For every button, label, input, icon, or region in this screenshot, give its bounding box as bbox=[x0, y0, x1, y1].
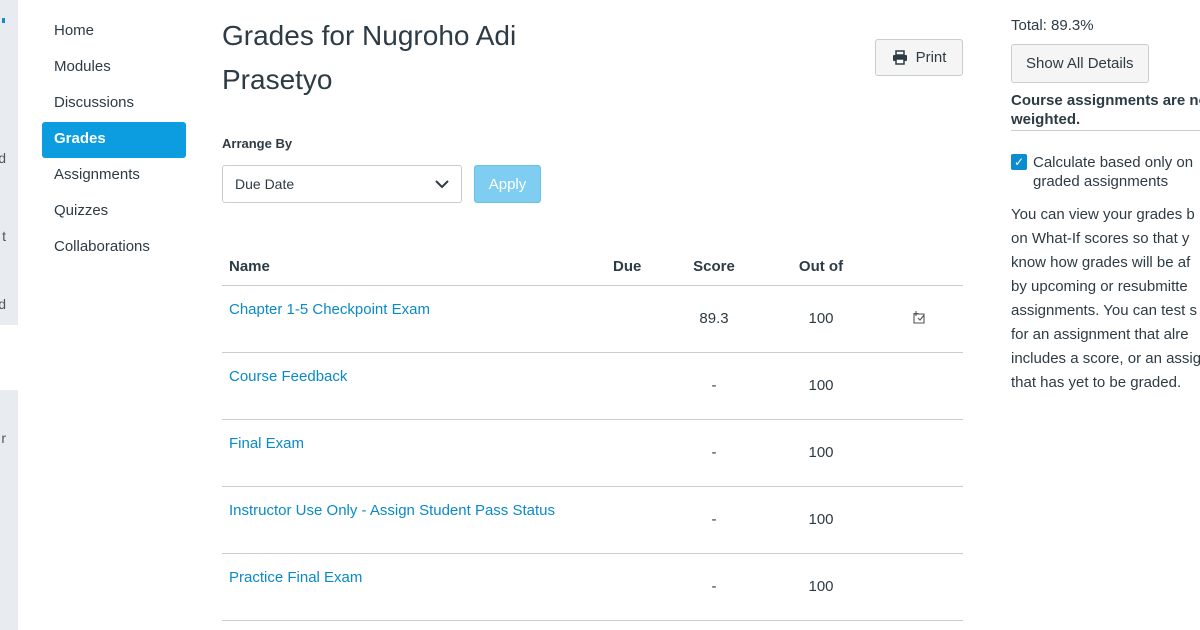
col-out-of: Out of bbox=[768, 248, 874, 286]
nav-modules[interactable]: Modules bbox=[42, 50, 186, 86]
col-due: Due bbox=[606, 248, 660, 286]
grades-table: Name Due Score Out of Chapter 1-5 Checkp… bbox=[222, 248, 963, 621]
score-cell: - bbox=[660, 486, 768, 554]
due-cell bbox=[606, 419, 660, 487]
nav-indicator bbox=[2, 18, 5, 23]
due-cell bbox=[606, 553, 660, 621]
col-score: Score bbox=[660, 248, 768, 286]
table-row: Chapter 1-5 Checkpoint Exam 89.3 100 bbox=[222, 285, 963, 353]
due-cell bbox=[606, 486, 660, 554]
assignment-name: Practice Final Exam bbox=[222, 553, 606, 621]
score-cell: - bbox=[660, 419, 768, 487]
global-nav-fragment[interactable]: t bbox=[2, 228, 6, 244]
assignment-link[interactable]: Instructor Use Only - Assign Student Pas… bbox=[229, 502, 599, 519]
apply-button[interactable]: Apply bbox=[474, 165, 541, 203]
nav-grades[interactable]: Grades bbox=[42, 122, 186, 158]
global-nav-active[interactable] bbox=[0, 325, 18, 390]
actions-cell bbox=[874, 352, 963, 420]
course-nav: Home Modules Discussions Grades Assignme… bbox=[42, 14, 186, 266]
out-of-cell: 100 bbox=[768, 285, 874, 353]
show-all-details-button[interactable]: Show All Details bbox=[1011, 44, 1149, 83]
due-cell bbox=[606, 352, 660, 420]
info-line: on What-If scores so that y bbox=[1011, 230, 1190, 247]
nav-quizzes[interactable]: Quizzes bbox=[42, 194, 186, 230]
grade-sidebar: Total: 89.3% Show All Details Course ass… bbox=[1011, 16, 1200, 395]
table-row: Practice Final Exam - 100 bbox=[222, 553, 963, 621]
global-nav-fragment[interactable]: rd bbox=[0, 296, 6, 312]
col-actions bbox=[874, 248, 963, 286]
actions-cell bbox=[874, 285, 963, 353]
col-name: Name bbox=[222, 248, 606, 286]
due-cell bbox=[606, 285, 660, 353]
checkbox-label: graded assignments bbox=[1033, 173, 1169, 190]
assignment-link[interactable]: Course Feedback bbox=[229, 368, 599, 385]
what-if-info: You can view your grades b on What-If sco… bbox=[1011, 203, 1200, 395]
assignment-name: Course Feedback bbox=[222, 352, 606, 420]
assignment-name: Chapter 1-5 Checkpoint Exam bbox=[222, 285, 606, 353]
info-line: know how grades will be af bbox=[1011, 254, 1191, 271]
what-if-icon[interactable] bbox=[911, 309, 927, 325]
assignment-link[interactable]: Practice Final Exam bbox=[229, 569, 599, 586]
arrange-by-select[interactable]: Due Date bbox=[222, 165, 462, 203]
actions-cell bbox=[874, 419, 963, 487]
checkbox-checked-icon[interactable]: ✓ bbox=[1011, 154, 1027, 170]
table-row: Instructor Use Only - Assign Student Pas… bbox=[222, 486, 963, 554]
nav-discussions[interactable]: Discussions bbox=[42, 86, 186, 122]
out-of-cell: 100 bbox=[768, 352, 874, 420]
actions-cell bbox=[874, 486, 963, 554]
weight-note: Course assignments are no weighted. bbox=[1011, 91, 1200, 129]
weight-note-line: Course assignments are no bbox=[1011, 92, 1200, 109]
print-label: Print bbox=[915, 49, 947, 66]
table-row: Final Exam - 100 bbox=[222, 419, 963, 487]
score-cell: - bbox=[660, 352, 768, 420]
info-line: for an assignment that alre bbox=[1011, 326, 1189, 343]
out-of-cell: 100 bbox=[768, 486, 874, 554]
checkbox-label: Calculate based only on bbox=[1033, 154, 1194, 171]
print-button[interactable]: Print bbox=[875, 39, 963, 76]
nav-home[interactable]: Home bbox=[42, 14, 186, 50]
printer-icon bbox=[892, 50, 907, 65]
assignment-link[interactable]: Chapter 1-5 Checkpoint Exam bbox=[229, 301, 599, 318]
info-line: You can view your grades b bbox=[1011, 206, 1195, 223]
total-grade: Total: 89.3% bbox=[1011, 17, 1094, 34]
arrange-by-label: Arrange By bbox=[222, 136, 293, 151]
nav-assignments[interactable]: Assignments bbox=[42, 158, 186, 194]
chevron-down-icon bbox=[435, 179, 449, 188]
arrange-by-value: Due Date bbox=[235, 176, 295, 192]
assignment-link[interactable]: Final Exam bbox=[229, 435, 599, 452]
global-nav-fragment[interactable]: d bbox=[0, 150, 6, 166]
info-line: by upcoming or resubmitte bbox=[1011, 278, 1188, 295]
actions-cell bbox=[874, 553, 963, 621]
global-nav-fragment[interactable]: r bbox=[1, 430, 6, 446]
global-nav: d t rd r bbox=[0, 0, 18, 630]
info-line: assignments. You can test s bbox=[1011, 302, 1197, 319]
weight-note-line: weighted. bbox=[1011, 111, 1081, 128]
out-of-cell: 100 bbox=[768, 419, 874, 487]
info-line: that has yet to be graded. bbox=[1011, 374, 1182, 391]
score-cell: - bbox=[660, 553, 768, 621]
assignment-name: Final Exam bbox=[222, 419, 606, 487]
score-cell: 89.3 bbox=[660, 285, 768, 353]
table-row: Course Feedback - 100 bbox=[222, 352, 963, 420]
graded-only-checkbox[interactable]: ✓ Calculate based only on graded assignme… bbox=[1011, 153, 1200, 191]
page-title: Grades for Nugroho Adi Prasetyo bbox=[222, 20, 517, 95]
nav-collaborations[interactable]: Collaborations bbox=[42, 230, 186, 266]
info-line: includes a score, or an assig bbox=[1011, 350, 1200, 367]
assignment-name: Instructor Use Only - Assign Student Pas… bbox=[222, 486, 606, 554]
out-of-cell: 100 bbox=[768, 553, 874, 621]
